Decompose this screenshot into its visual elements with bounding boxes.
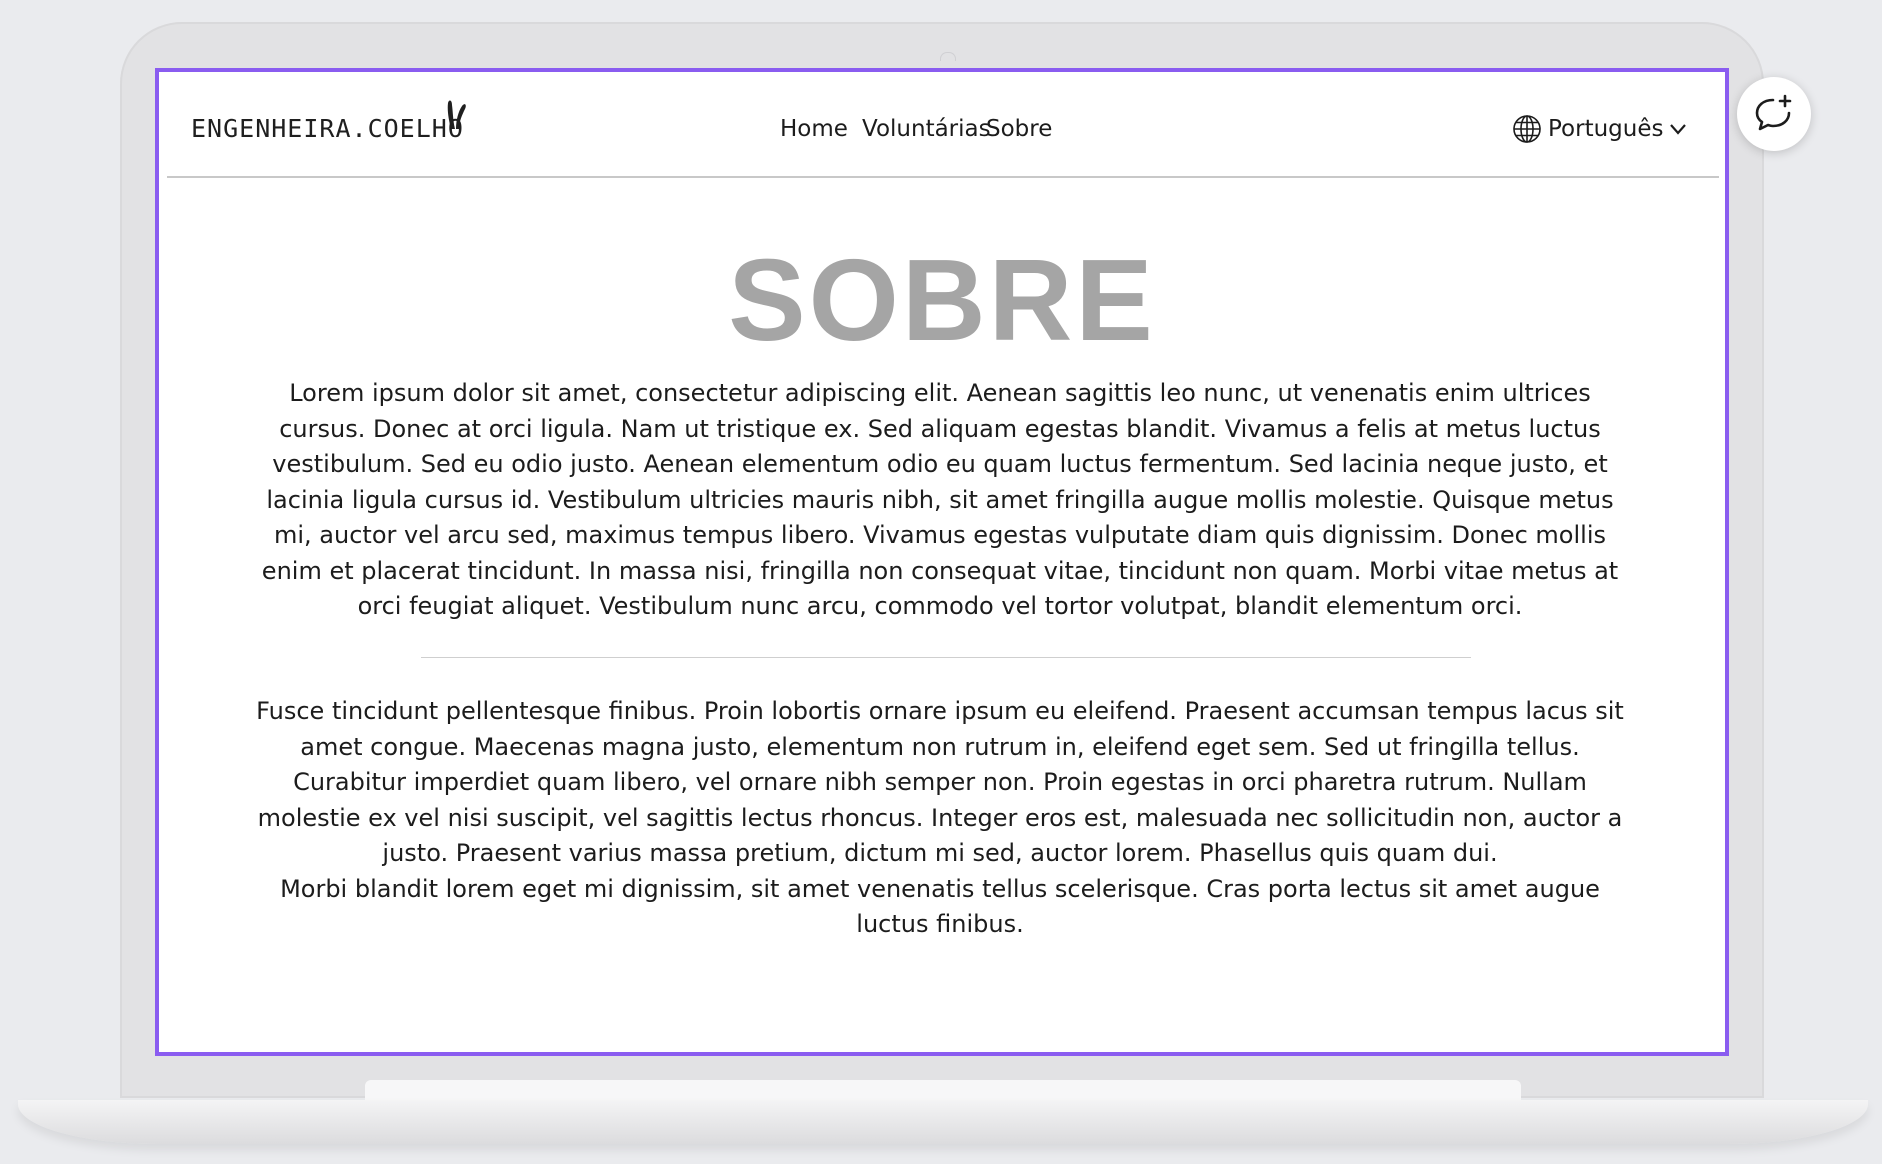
nav-link-home[interactable]: Home — [780, 116, 848, 142]
nav-link-sobre[interactable]: Sobre — [986, 116, 1052, 142]
about-paragraph-2-text: Fusce tincidunt pellentesque finibus. Pr… — [256, 697, 1624, 867]
section-divider — [421, 657, 1471, 658]
language-label: Português — [1548, 116, 1664, 142]
nav-link-voluntarias[interactable]: Voluntárias — [862, 116, 991, 142]
site-logo[interactable]: ENGENHEIRA.COELHO — [191, 114, 464, 143]
about-paragraph-1: Lorem ipsum dolor sit amet, consectetur … — [261, 379, 1619, 620]
language-selector[interactable]: Português — [1512, 112, 1687, 146]
chat-bubble-plus-icon — [1755, 94, 1792, 131]
feedback-button[interactable] — [1737, 77, 1811, 151]
page-title: SOBRE — [728, 235, 1156, 365]
globe-icon — [1513, 115, 1541, 143]
laptop-base — [18, 1100, 1868, 1144]
about-paragraph-2: Fusce tincidunt pellentesque finibus. Pr… — [255, 694, 1625, 943]
rabbit-ears-icon — [447, 100, 466, 129]
chevron-down-icon — [1670, 124, 1687, 135]
laptop-camera — [940, 52, 956, 61]
about-paragraph-2b-text: Morbi blandit lorem eget mi dignissim, s… — [280, 874, 1600, 939]
laptop-hinge — [365, 1080, 1521, 1102]
navbar: ENGENHEIRA.COELHO Home Voluntárias Sobre… — [167, 76, 1719, 178]
website-screen: ENGENHEIRA.COELHO Home Voluntárias Sobre… — [155, 68, 1729, 1056]
